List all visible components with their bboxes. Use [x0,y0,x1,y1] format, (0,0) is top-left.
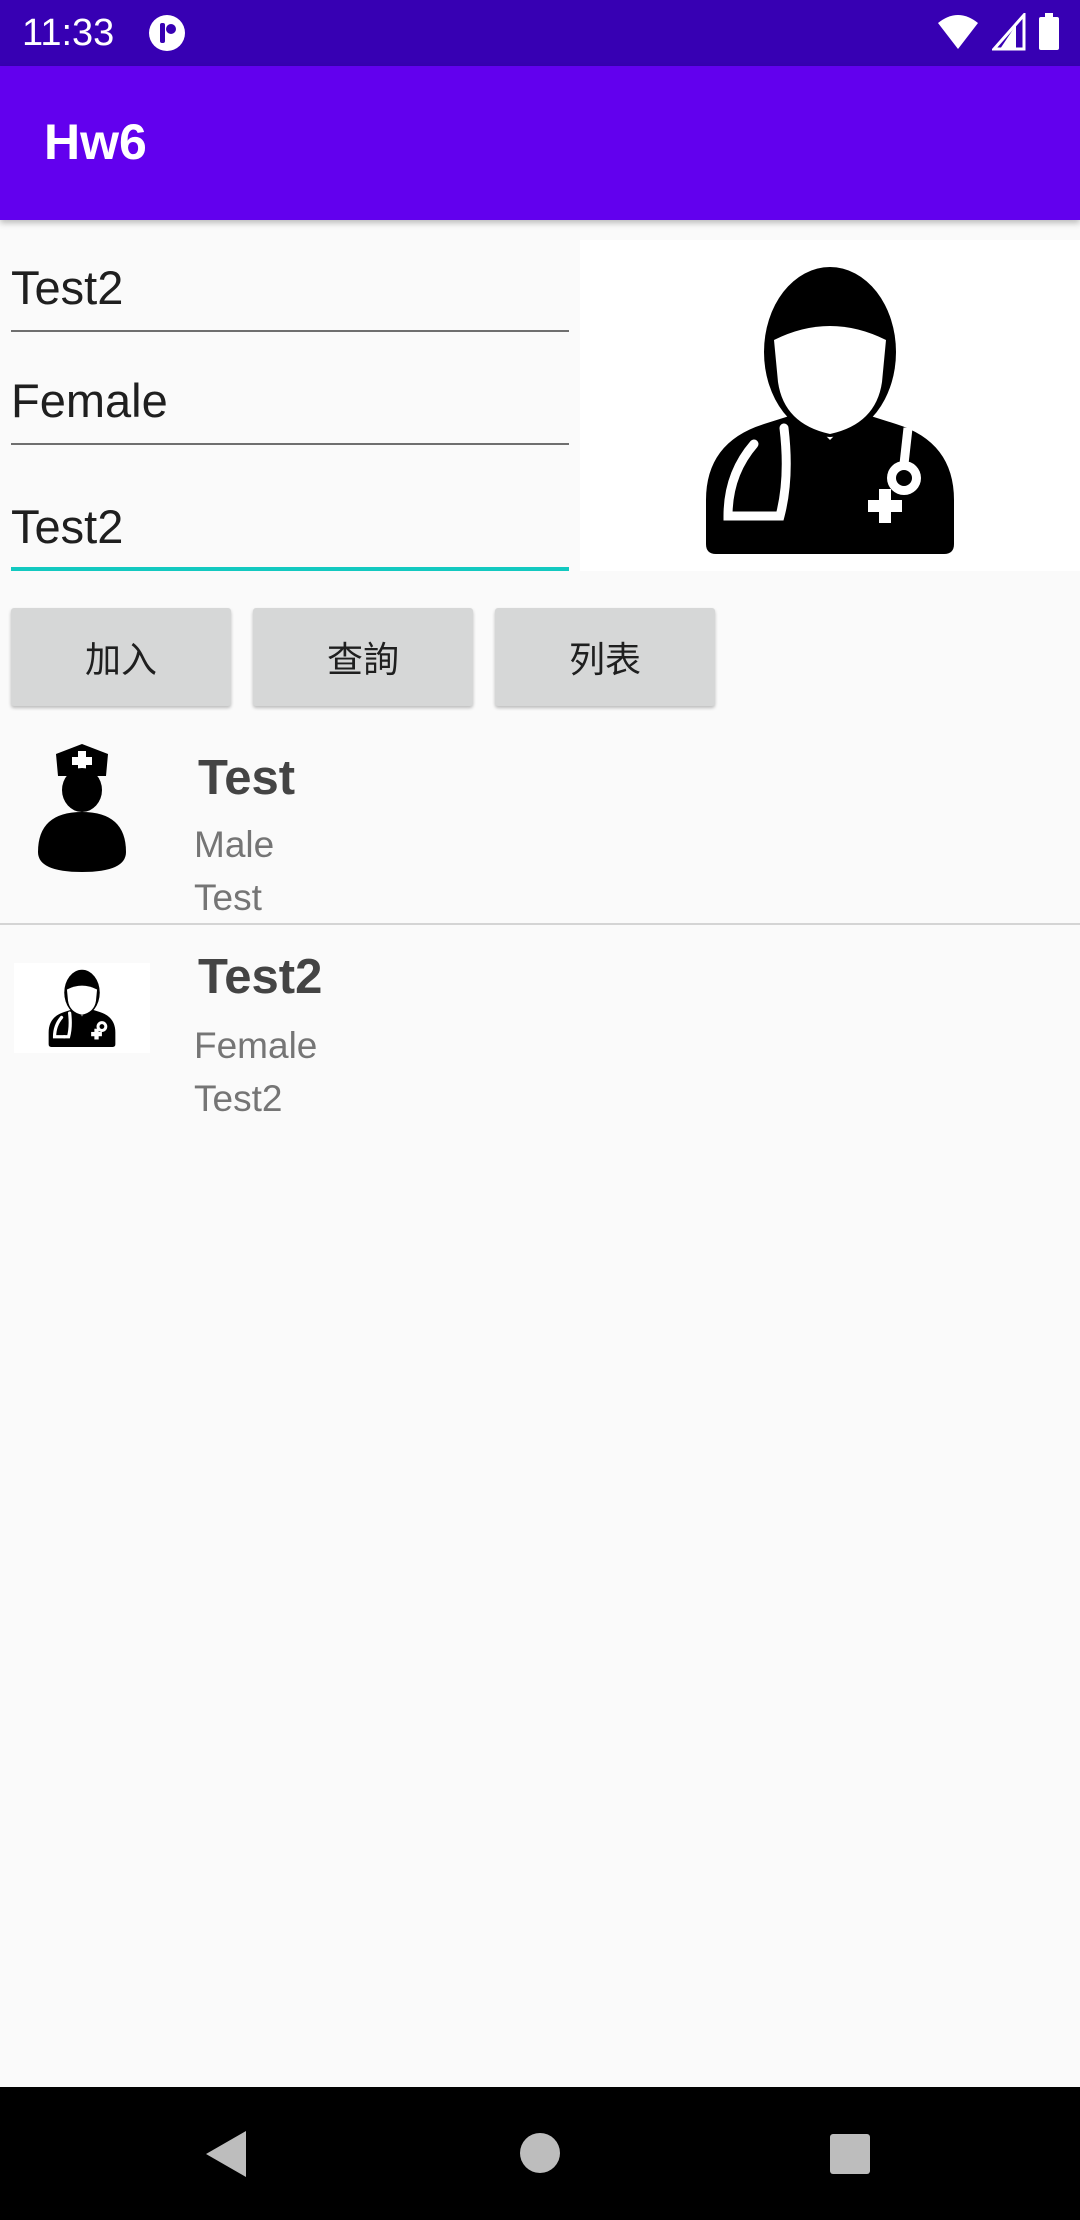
gender-input[interactable] [11,365,569,435]
name-field-underline [11,330,569,332]
add-button[interactable]: 加入 [11,608,231,706]
item-thumbnail [14,963,150,1053]
query-button[interactable]: 查詢 [253,608,473,706]
list-button[interactable]: 列表 [495,608,715,706]
item-note: Test2 [194,1078,283,1119]
status-bar: 11:33 [0,0,1080,66]
status-time: 11:33 [22,12,115,54]
item-note: Test [194,877,262,918]
status-icons [929,13,1060,53]
home-icon[interactable] [519,2132,561,2174]
name-input[interactable] [11,252,569,322]
battery-icon [1039,13,1059,50]
list-item[interactable]: Test2 Female Test2 [0,925,1080,1120]
app-bar: Hw6 [0,66,1080,220]
app-title: Hw6 [44,114,147,170]
item-gender: Female [194,1025,318,1066]
note-field-underline [11,567,569,571]
item-gender: Male [194,824,275,865]
recents-icon[interactable] [829,2133,871,2175]
gender-field-underline [11,443,569,445]
wifi-icon [938,15,979,49]
back-icon[interactable] [202,2129,248,2179]
gender-field[interactable] [11,345,569,445]
signal-icon [991,13,1026,51]
item-name: Test [198,751,296,805]
note-input[interactable] [11,491,569,561]
list-item[interactable]: Test Male Test [0,730,1080,923]
doctor-icon [48,969,116,1047]
note-field[interactable] [11,471,569,571]
nurse-icon [38,744,126,872]
photo-preview[interactable] [580,240,1080,571]
name-field[interactable] [11,232,569,332]
doctor-icon [706,267,954,554]
item-name: Test2 [198,950,323,1004]
navigation-bar [0,2087,1080,2220]
app-notification-icon [149,15,185,51]
